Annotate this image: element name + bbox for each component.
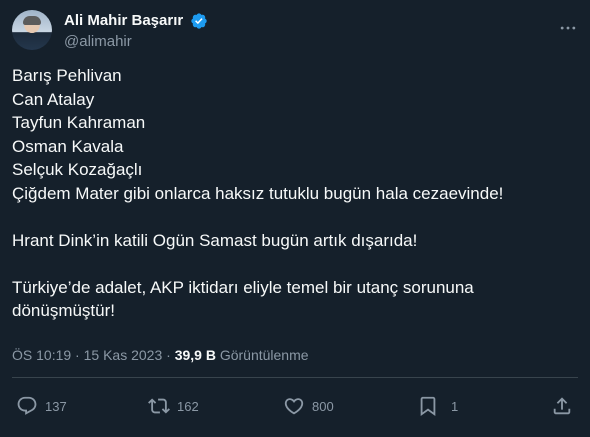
tweet-text-line: Türkiye’de adalet, AKP iktidarı eliyle t…	[12, 277, 474, 297]
tweet-text-line: Hrant Dink’in katili Ogün Samast bugün a…	[12, 230, 418, 250]
bookmark-count: 1	[451, 398, 459, 414]
tweet-text-line: Tayfun Kahraman	[12, 113, 146, 132]
more-options-icon[interactable]	[558, 18, 578, 38]
retweet-count: 162	[177, 398, 199, 414]
author-info: Ali Mahir Başarır @alimahir	[64, 11, 208, 52]
tweet-text-blank-line	[12, 252, 572, 276]
tweet-meta: ÖS 10:19 · 15 Kas 2023 · 39,9 B Görüntül…	[12, 345, 309, 365]
retweet-button[interactable]: 162	[148, 394, 199, 418]
share-button[interactable]	[551, 394, 573, 418]
action-bar: 137 162 800 1	[0, 390, 590, 422]
views-count: 39,9 B	[174, 347, 216, 363]
tweet-header: Ali Mahir Başarır @alimahir	[12, 10, 578, 54]
verified-badge-icon	[190, 13, 207, 29]
views-label: Görüntülenme	[219, 347, 309, 363]
tweet-text-line: Çiğdem Mater gibi onlarca haksız tutuklu…	[12, 183, 504, 203]
tweet-text-line: Osman Kavala	[12, 136, 124, 156]
retweet-icon	[148, 398, 170, 414]
tweet-text: Barış Pehlivan Can Atalay Tayfun Kahrama…	[12, 64, 572, 323]
tweet-text-line: dönüşmüştür!	[12, 301, 115, 320]
reply-button[interactable]: 137	[16, 394, 67, 418]
bookmark-icon	[420, 396, 436, 417]
tweet-text-line: Selçuk Kozağaçlı	[12, 160, 143, 179]
tweet-time[interactable]: ÖS 10:19	[12, 347, 71, 363]
heart-icon	[284, 398, 304, 415]
like-count: 800	[312, 398, 334, 414]
like-button[interactable]: 800	[283, 394, 334, 418]
tweet-text-line: Barış Pehlivan	[12, 66, 122, 85]
reply-icon	[17, 396, 37, 415]
share-icon	[553, 397, 571, 415]
author-handle[interactable]: @alimahir	[64, 32, 208, 52]
reply-count: 137	[45, 398, 67, 414]
meta-separator: ·	[75, 347, 80, 363]
tweet-date[interactable]: 15 Kas 2023	[84, 347, 163, 363]
divider	[12, 377, 578, 378]
avatar[interactable]	[12, 10, 52, 50]
meta-separator: ·	[166, 347, 171, 363]
tweet-text-line: Can Atalay	[12, 89, 95, 109]
bookmark-button[interactable]: 1	[417, 394, 458, 418]
tweet-text-blank-line	[12, 205, 572, 229]
author-display-name[interactable]: Ali Mahir Başarır	[64, 11, 183, 31]
tweet-card: Ali Mahir Başarır @alimahir Barış Pehliv…	[0, 0, 590, 437]
